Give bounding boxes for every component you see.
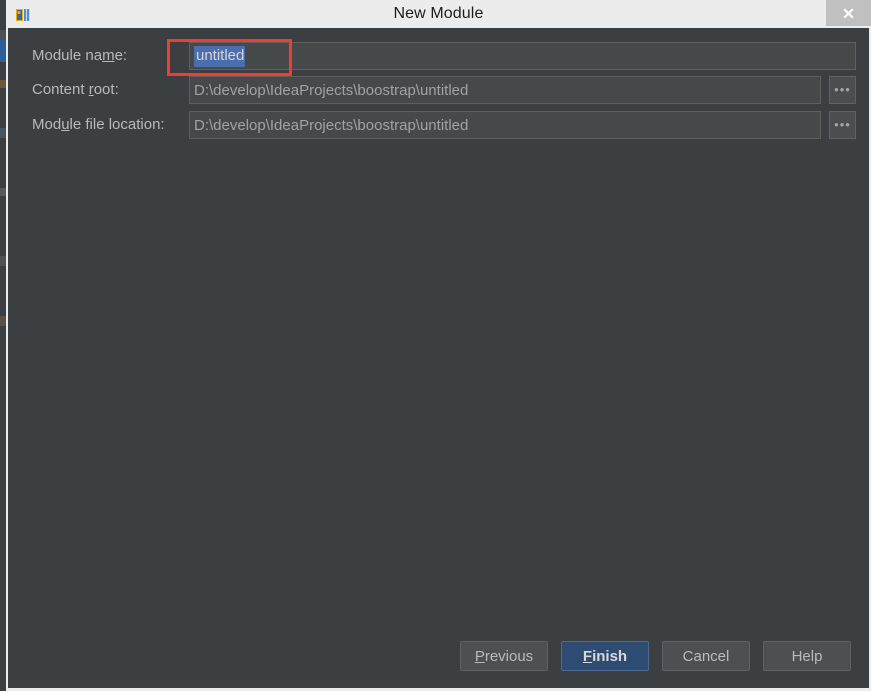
help-button[interactable]: Help [763, 641, 851, 671]
module-name-field[interactable]: untitled [189, 42, 856, 70]
module-name-value: untitled [194, 45, 246, 67]
module-name-label: Module name: [32, 47, 128, 64]
content-root-field[interactable]: D:\develop\IdeaProjects\boostrap\untitle… [189, 76, 821, 104]
screen: New Module Module name: untitled Content… [0, 0, 871, 691]
new-module-dialog: New Module Module name: untitled Content… [6, 0, 871, 691]
dialog-titlebar: New Module [6, 0, 871, 28]
content-root-label: Content root: [32, 81, 119, 98]
form-row-module-file-location: Module file location: D:\develop\IdeaPro… [9, 111, 868, 139]
ellipsis-icon: ••• [834, 117, 851, 132]
form-row-content-root: Content root: D:\develop\IdeaProjects\bo… [9, 76, 868, 104]
finish-button[interactable]: Finish [561, 641, 649, 671]
module-file-location-browse-button[interactable]: ••• [829, 111, 856, 139]
module-file-location-value: D:\develop\IdeaProjects\boostrap\untitle… [194, 116, 469, 134]
ellipsis-icon: ••• [834, 82, 851, 97]
previous-button[interactable]: Previous [460, 641, 548, 671]
dialog-button-bar: Previous Finish Cancel Help [460, 641, 851, 671]
content-root-browse-button[interactable]: ••• [829, 76, 856, 104]
dialog-title: New Module [393, 5, 484, 22]
form-row-module-name: Module name: untitled [9, 42, 868, 70]
module-file-location-label: Module file location: [32, 116, 165, 133]
module-file-location-field[interactable]: D:\develop\IdeaProjects\boostrap\untitle… [189, 111, 821, 139]
cancel-button[interactable]: Cancel [662, 641, 750, 671]
dialog-content: Module name: untitled Content root: D:\d… [8, 28, 869, 688]
content-root-value: D:\develop\IdeaProjects\boostrap\untitle… [194, 81, 469, 99]
close-icon[interactable] [826, 0, 871, 26]
